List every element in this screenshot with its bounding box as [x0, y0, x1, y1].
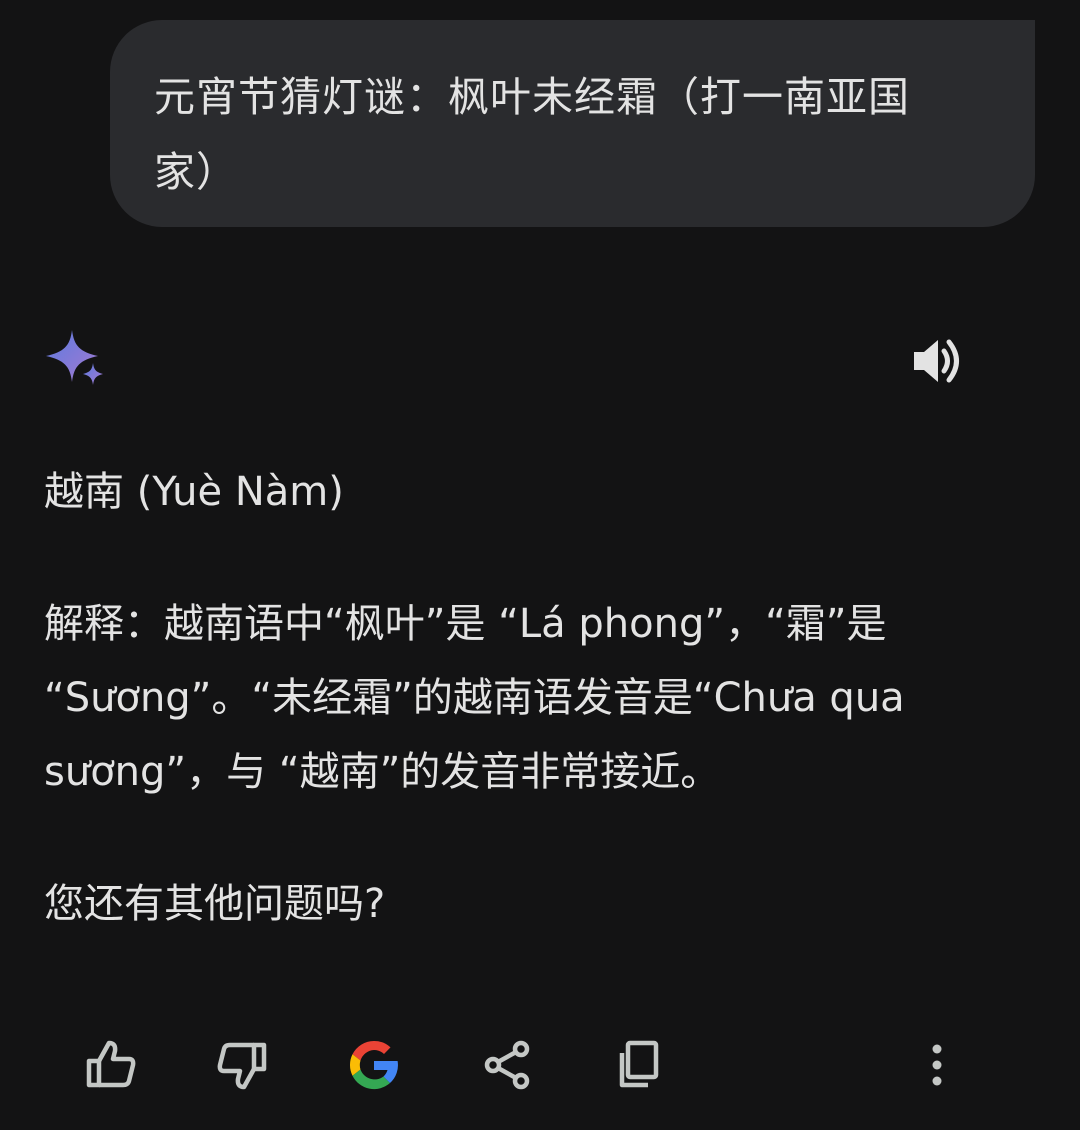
answer-explanation: 解释：越南语中“枫叶”是 “Lá phong”，“霜”是 “Sương”。“未经… [44, 601, 905, 795]
assistant-response: 越南 (Yuè Nàm) 解释：越南语中“枫叶”是 “Lá phong”，“霜”… [44, 455, 1034, 941]
user-message-text: 元宵节猜灯谜：枫叶未经霜（打一南亚国家） [154, 73, 910, 196]
thumbs-down-icon[interactable] [211, 1034, 273, 1096]
chat-page: 元宵节猜灯谜：枫叶未经霜（打一南亚国家） 越南 (Yuè Nàm) 解释：越南语… [0, 0, 1080, 1130]
gemini-sparkle-icon [44, 328, 108, 392]
speaker-icon[interactable] [908, 334, 966, 388]
more-vert-icon[interactable] [906, 1034, 968, 1096]
copy-icon[interactable] [607, 1034, 669, 1096]
thumbs-up-icon[interactable] [80, 1034, 142, 1096]
user-message-bubble: 元宵节猜灯谜：枫叶未经霜（打一南亚国家） [110, 20, 1035, 227]
share-icon[interactable] [476, 1034, 538, 1096]
google-icon[interactable] [343, 1034, 405, 1096]
follow-up-question: 您还有其他问题吗? [44, 881, 386, 927]
answer-title: 越南 (Yuè Nàm) [44, 469, 344, 515]
